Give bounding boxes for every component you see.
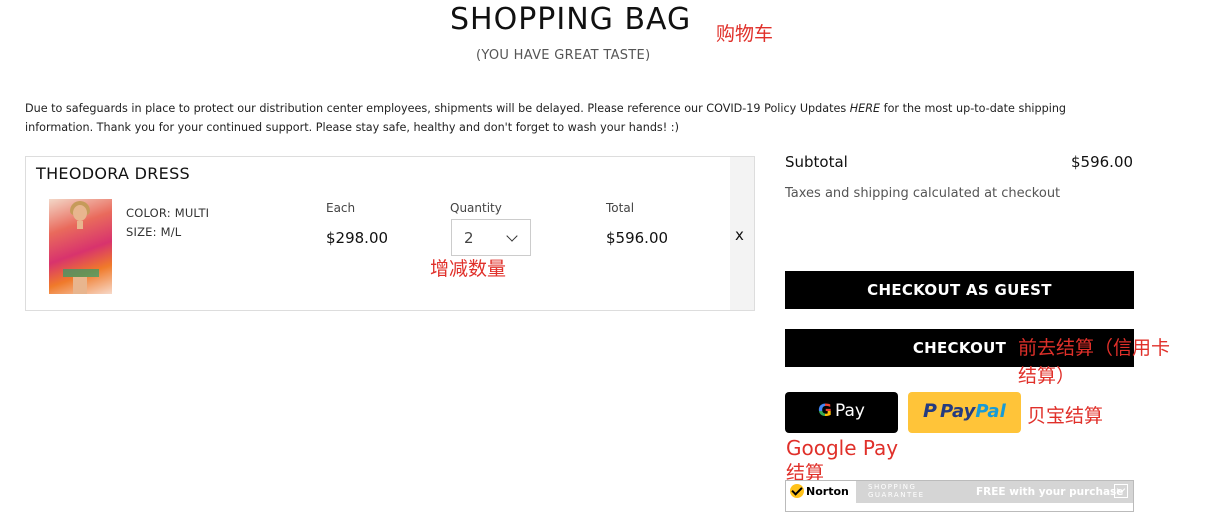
notice-text-before: Due to safeguards in place to protect ou…	[25, 102, 850, 115]
product-image[interactable]	[49, 199, 112, 294]
quantity-value: 2	[464, 229, 474, 247]
annotation-gpay-line1: Google Pay	[786, 436, 899, 460]
each-label: Each	[326, 201, 356, 215]
paypal-label: PayPal	[940, 401, 1006, 422]
annotation-paypal: 贝宝结算	[1027, 405, 1104, 427]
google-pay-label: Pay	[835, 401, 865, 421]
paypal-p-icon: P	[923, 400, 937, 422]
product-name[interactable]: THEODORA DRESS	[36, 164, 190, 183]
notice-link[interactable]: HERE	[850, 102, 880, 115]
product-color: COLOR: MULTI	[126, 206, 210, 220]
page-title: SHOPPING BAG	[450, 2, 692, 37]
google-pay-button[interactable]: G Pay	[785, 392, 898, 433]
paypal-button[interactable]: P PayPal	[908, 392, 1021, 433]
quantity-select[interactable]: 2	[451, 219, 531, 256]
cart-item-card: THEODORA DRESS COLOR: MULTI SIZE: M/L Ea…	[25, 156, 755, 311]
paypal-label-pal: Pal	[975, 401, 1006, 422]
subtotal-label: Subtotal	[785, 153, 848, 171]
product-size: SIZE: M/L	[126, 225, 182, 239]
page-subtitle: (YOU HAVE GREAT TASTE)	[476, 48, 651, 63]
annotation-checkout-line2: 结算）	[1018, 365, 1076, 387]
norton-brand: Norton	[806, 485, 849, 498]
norton-free-text: FREE with your purchase	[976, 486, 1124, 498]
chevron-down-icon	[506, 230, 518, 242]
close-icon[interactable]: x	[735, 226, 744, 244]
annotation-checkout-line1: 前去结算（信用卡	[1018, 337, 1171, 359]
each-price: $298.00	[326, 229, 389, 247]
norton-details-strip	[786, 503, 1133, 511]
annotation-bag: 购物车	[716, 23, 774, 45]
guarantee-line1: SHOPPING	[868, 483, 917, 491]
norton-guarantee-banner[interactable]: Norton SHOPPING GUARANTEE FREE with your …	[785, 480, 1134, 512]
norton-guarantee-text: SHOPPING GUARANTEE	[868, 483, 925, 499]
checkout-guest-button[interactable]: CHECKOUT AS GUEST	[785, 271, 1134, 309]
quantity-label: Quantity	[450, 201, 502, 215]
google-g-icon: G	[818, 401, 832, 421]
tax-note: Taxes and shipping calculated at checkou…	[785, 186, 1061, 201]
norton-check-icon	[790, 484, 804, 498]
paypal-label-pay: Pay	[940, 401, 976, 422]
chevron-down-icon[interactable]	[1114, 484, 1128, 498]
annotation-quantity: 增减数量	[430, 258, 507, 280]
guarantee-line2: GUARANTEE	[868, 491, 925, 499]
subtotal-value: $596.00	[1071, 153, 1134, 171]
total-price: $596.00	[606, 229, 669, 247]
total-label: Total	[606, 201, 635, 215]
shipping-notice: Due to safeguards in place to protect ou…	[25, 99, 1095, 137]
norton-badge: Norton	[786, 481, 856, 503]
